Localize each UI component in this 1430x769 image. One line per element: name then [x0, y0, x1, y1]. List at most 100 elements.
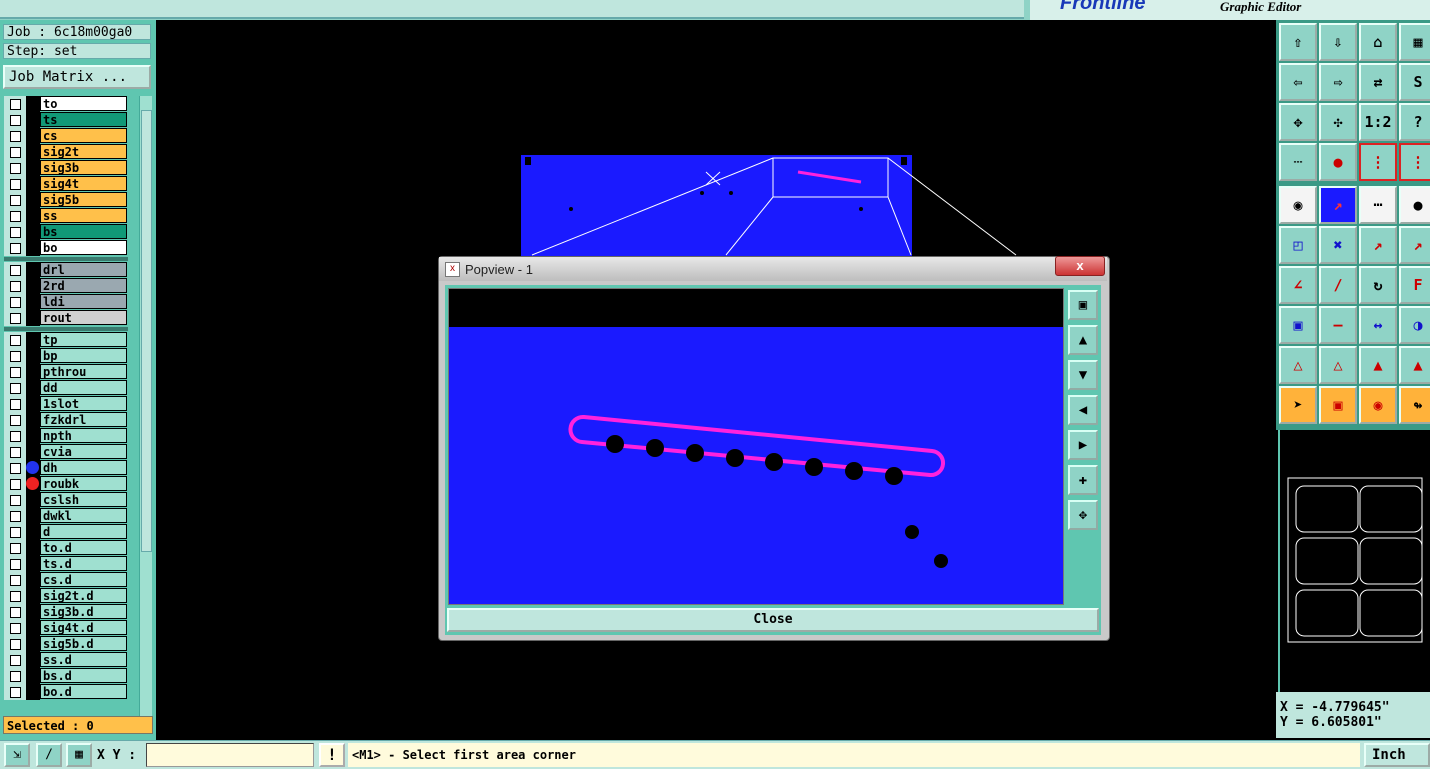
layer-checkbox[interactable]	[10, 313, 21, 324]
snap-pad-button[interactable]: ⋮	[1359, 143, 1397, 181]
layer-name[interactable]: to	[40, 96, 127, 111]
layer-checkbox[interactable]	[10, 335, 21, 346]
layer-name[interactable]: ss	[40, 208, 127, 223]
layer-checkbox[interactable]	[10, 163, 21, 174]
zoom-down-button[interactable]: ⇩	[1319, 23, 1357, 61]
layer-name[interactable]: cvia	[40, 444, 127, 459]
layer-name[interactable]: roubk	[40, 476, 127, 491]
layer-row[interactable]: tp	[4, 332, 128, 348]
layer-row[interactable]: cslsh	[4, 492, 128, 508]
layer-row[interactable]: sig5b.d	[4, 636, 128, 652]
layer-name[interactable]: cslsh	[40, 492, 127, 507]
rotate-button[interactable]: ↻	[1359, 266, 1397, 304]
layer-checkbox[interactable]	[10, 687, 21, 698]
layer-checkbox[interactable]	[10, 399, 21, 410]
layer-name[interactable]: 2rd	[40, 278, 127, 293]
layer-row[interactable]: bs.d	[4, 668, 128, 684]
ruler-button[interactable]: ┄	[1279, 143, 1317, 181]
help-button[interactable]: ?	[1399, 103, 1430, 141]
snap-button[interactable]: S	[1399, 63, 1430, 101]
layer-row[interactable]: bp	[4, 348, 128, 364]
layer-row[interactable]: bo	[4, 240, 128, 256]
window-close-button[interactable]: x	[1055, 256, 1105, 276]
layer-checkbox[interactable]	[10, 351, 21, 362]
spacing-button[interactable]: ↔	[1359, 306, 1397, 344]
job-matrix-button[interactable]: Job Matrix ...	[3, 65, 151, 89]
layer-name[interactable]: to.d	[40, 540, 127, 555]
layer-name[interactable]: dh	[40, 460, 127, 475]
zoom-home-button[interactable]: ⇧	[1279, 23, 1317, 61]
shapes-button[interactable]: ◑	[1399, 306, 1430, 344]
layer-row[interactable]: sig4t.d	[4, 620, 128, 636]
angle-button[interactable]: ∠	[1279, 266, 1317, 304]
home-view-button[interactable]: ⌂	[1359, 23, 1397, 61]
popview-canvas[interactable]	[448, 288, 1064, 605]
measure-icon[interactable]: ∕	[36, 743, 62, 767]
layer-checkbox[interactable]	[10, 591, 21, 602]
layer-name[interactable]: sig4t	[40, 176, 127, 191]
popview-titlebar[interactable]: x Popview - 1 x	[439, 256, 1107, 281]
zoom-home-button[interactable]: ✥	[1068, 500, 1098, 530]
select-pad-button[interactable]: ◉	[1279, 186, 1317, 224]
layer-row[interactable]: drl	[4, 262, 128, 278]
layer-name[interactable]: ldi	[40, 294, 127, 309]
layer-name[interactable]: bs.d	[40, 668, 127, 683]
layer-display-dot[interactable]	[26, 461, 39, 474]
layer-checkbox[interactable]	[10, 147, 21, 158]
layer-checkbox[interactable]	[10, 383, 21, 394]
message-icon[interactable]: !	[319, 743, 345, 767]
layer-name[interactable]: tp	[40, 332, 127, 347]
layer-checkbox[interactable]	[10, 479, 21, 490]
layer-row[interactable]: fzkdrl	[4, 412, 128, 428]
grid-snap-icon[interactable]: ▦	[66, 743, 92, 767]
pan-left-button[interactable]: ◀	[1068, 395, 1098, 425]
units-selector[interactable]: Inch	[1364, 743, 1430, 767]
circle-button[interactable]: ●	[1399, 186, 1430, 224]
layer-display-dot[interactable]	[26, 477, 39, 490]
layer-row[interactable]: 2rd	[4, 278, 128, 294]
layer-checkbox[interactable]	[10, 575, 21, 586]
layer-row[interactable]: npth	[4, 428, 128, 444]
layer-name[interactable]: bp	[40, 348, 127, 363]
layer-name[interactable]: sig5b.d	[40, 636, 127, 651]
layer-checkbox[interactable]	[10, 115, 21, 126]
layer-checkbox[interactable]	[10, 607, 21, 618]
zoom-window-button[interactable]: ▣	[1068, 290, 1098, 320]
layer-name[interactable]: drl	[40, 262, 127, 277]
layer-checkbox[interactable]	[10, 99, 21, 110]
select-arrow-button[interactable]: ➤	[1279, 386, 1317, 424]
layer-name[interactable]: npth	[40, 428, 127, 443]
layer-checkbox[interactable]	[10, 639, 21, 650]
layer-row[interactable]: ss.d	[4, 652, 128, 668]
layer-row[interactable]: sig2t	[4, 144, 128, 160]
layer-checkbox[interactable]	[10, 265, 21, 276]
popview-close-button[interactable]: Close	[447, 608, 1099, 632]
layer-checkbox[interactable]	[10, 463, 21, 474]
layer-name[interactable]: sig4t.d	[40, 620, 127, 635]
layer-row[interactable]: cvia	[4, 444, 128, 460]
layer-name[interactable]: dwkl	[40, 508, 127, 523]
layer-checkbox[interactable]	[10, 179, 21, 190]
layer-checkbox[interactable]	[10, 447, 21, 458]
layer-checkbox[interactable]	[10, 243, 21, 254]
layer-scrollbar[interactable]	[139, 96, 152, 734]
pan-down-button[interactable]: ▼	[1068, 360, 1098, 390]
zoom-in-button[interactable]: ✚	[1068, 465, 1098, 495]
line-pad-button[interactable]: ↗	[1359, 226, 1397, 264]
layer-name[interactable]: ss.d	[40, 652, 127, 667]
layer-checkbox[interactable]	[10, 131, 21, 142]
connect-button[interactable]: ◰	[1279, 226, 1317, 264]
layer-row[interactable]: sig2t.d	[4, 588, 128, 604]
zoom-fit-button[interactable]: ✥	[1279, 103, 1317, 141]
layer-name[interactable]: 1slot	[40, 396, 127, 411]
layer-row[interactable]: bs	[4, 224, 128, 240]
pan-right-button[interactable]: ▶	[1068, 430, 1098, 460]
layer-checkbox[interactable]	[10, 431, 21, 442]
layer-checkbox[interactable]	[10, 511, 21, 522]
layer-checkbox[interactable]	[10, 281, 21, 292]
layer-name[interactable]: pthrou	[40, 364, 127, 379]
layer-checkbox[interactable]	[10, 671, 21, 682]
pan-right-button[interactable]: ⇨	[1319, 63, 1357, 101]
layer-row[interactable]: pthrou	[4, 364, 128, 380]
layer-checkbox[interactable]	[10, 495, 21, 506]
